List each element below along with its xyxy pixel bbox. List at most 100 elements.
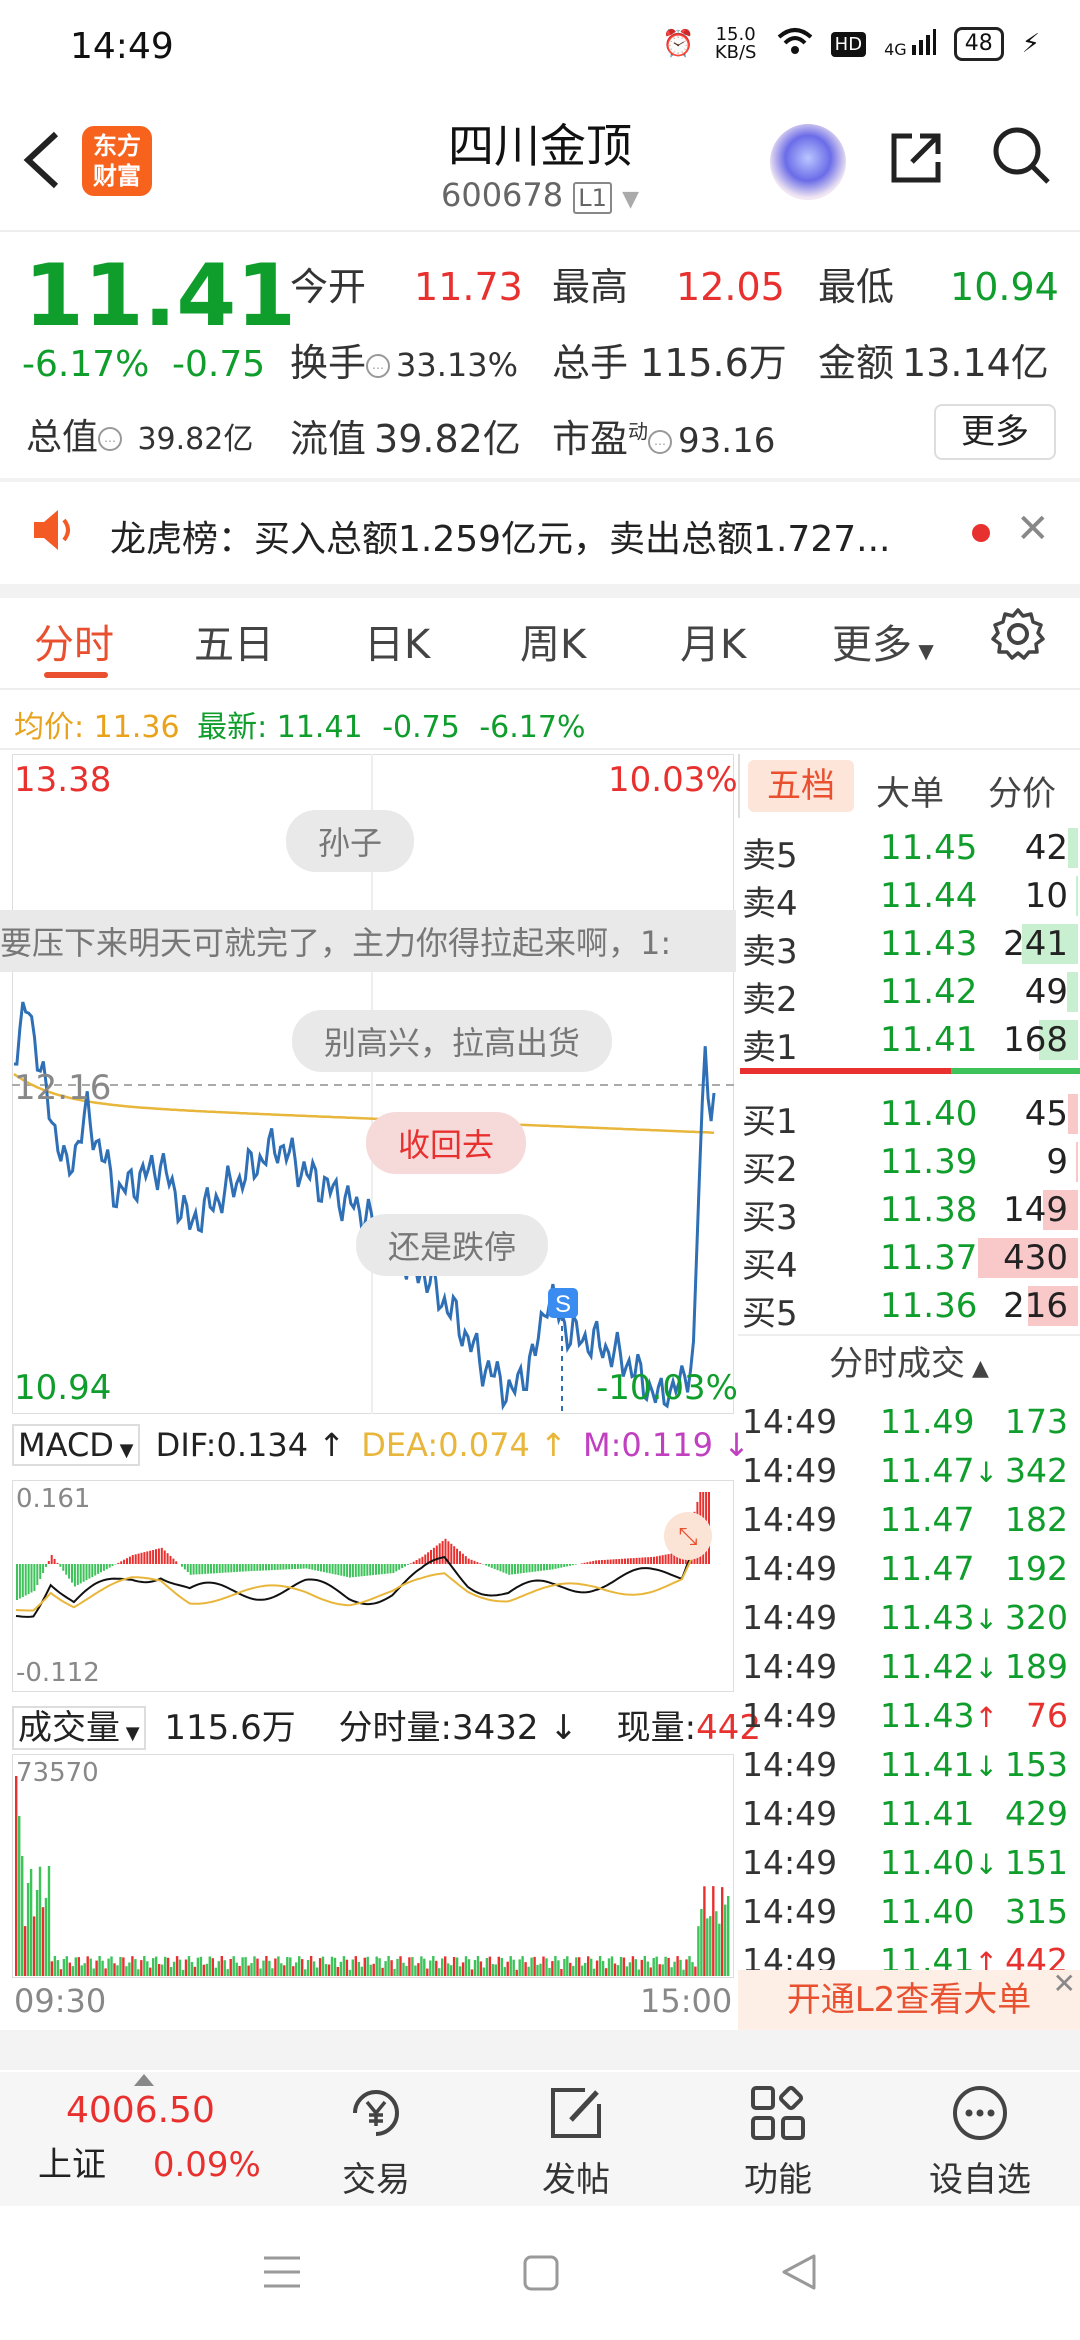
danmu-comment[interactable]: 要压下来明天可就完了，主力你得拉起来啊，1: — [0, 910, 736, 972]
volume-bar — [295, 1962, 298, 1976]
index-name: 上证 — [38, 2145, 106, 2185]
volume-bar — [15, 1776, 18, 1976]
macd-bar — [50, 1555, 53, 1564]
home-icon[interactable] — [522, 2254, 560, 2296]
macd-bar — [24, 1564, 27, 1596]
tab-five-day[interactable]: 五日 — [194, 612, 274, 670]
bid-row[interactable]: 买3 11.38 149 — [738, 1186, 1078, 1238]
volume-selector[interactable]: 成交量 ▼ — [12, 1706, 146, 1750]
volume-bar — [613, 1963, 617, 1976]
ask-label: 卖2 — [742, 980, 798, 1020]
l2-promo[interactable]: 开通L2查看大单 ✕ — [738, 1967, 1080, 2030]
tab-five-level[interactable]: 五档 — [748, 760, 854, 812]
macd-bar — [569, 1564, 571, 1566]
intraday-chart[interactable]: S 13.38 10.03% 12.16 10.94 -10.03% 孙子 要压… — [0, 754, 761, 2024]
pe-ratio[interactable]: 市盈动… 93.16 — [552, 408, 775, 463]
volume-bar — [250, 1963, 253, 1976]
tab-intraday[interactable]: 分时 — [34, 612, 114, 670]
volume-bar — [298, 1956, 301, 1976]
danmu-comment[interactable]: 别高兴，拉高出货 — [292, 1010, 613, 1072]
danmu-comment[interactable]: 孙子 — [286, 810, 415, 872]
volume-bar — [435, 1960, 438, 1976]
search-icon[interactable] — [990, 124, 1052, 201]
menu-icon[interactable] — [262, 2252, 302, 2296]
macd-bar — [233, 1564, 236, 1573]
nav-functions[interactable]: 功能 — [708, 2082, 848, 2201]
volume-bar — [718, 1923, 721, 1976]
tab-more[interactable]: 更多 ▼ — [832, 612, 934, 670]
turnover-rate[interactable]: 换手… 33.13% — [290, 332, 518, 387]
volume-bar — [116, 1965, 119, 1976]
macd-bar — [134, 1554, 137, 1564]
danmu-comment[interactable]: 收回去 — [366, 1112, 527, 1174]
macd-bar — [47, 1561, 50, 1564]
back-icon[interactable] — [780, 2252, 818, 2296]
ask-row[interactable]: 卖1 11.41 168 — [738, 1016, 1078, 1068]
close-icon[interactable]: ✕ — [1016, 506, 1050, 552]
volume-bar — [41, 1907, 45, 1976]
dragon-tiger-banner[interactable]: 龙虎榜：买入总额1.259亿元，卖出总额1.727... ✕ — [0, 480, 1080, 584]
close-icon[interactable]: ✕ — [1053, 1954, 1076, 2014]
danmu-comment[interactable]: 还是跌停 — [356, 1214, 549, 1276]
volume-bar — [193, 1966, 197, 1976]
total-mcap[interactable]: 总值… 39.82亿 — [26, 408, 253, 460]
macd-bar — [224, 1564, 227, 1573]
tab-weekly-k[interactable]: 周K — [520, 612, 586, 670]
macd-bar — [363, 1564, 366, 1576]
macd-bar — [56, 1562, 59, 1564]
macd-bar — [76, 1564, 79, 1585]
tab-big-order[interactable]: 大单 — [876, 766, 944, 815]
macd-bar — [198, 1564, 201, 1575]
nav-post[interactable]: 发帖 — [506, 2082, 646, 2201]
volume-bar — [646, 1961, 649, 1976]
bid-volume: 149 — [1003, 1190, 1068, 1230]
tab-daily-k[interactable]: 日K — [364, 612, 430, 670]
macd-bar — [537, 1564, 540, 1572]
volume-bar — [634, 1959, 637, 1976]
macd-header: MACD ▼ DIF:0.134 ↑ DEA:0.074 ↑ M:0.119 ↓ — [12, 1424, 750, 1474]
volume-bar — [244, 1957, 247, 1976]
tab-monthly-k[interactable]: 月K — [680, 612, 746, 670]
index-pct: 0.09% — [152, 2145, 261, 2185]
volume-bar — [131, 1956, 134, 1976]
trade-price: 11.49 — [880, 1402, 975, 1441]
macd-bar — [618, 1559, 621, 1564]
volume-bar — [405, 1966, 408, 1976]
macd-bar — [545, 1564, 548, 1571]
volume-bar — [643, 1956, 646, 1976]
macd-bar — [459, 1551, 461, 1564]
macd-selector[interactable]: MACD ▼ — [12, 1424, 140, 1466]
ask-price: 11.44 — [880, 876, 978, 916]
assistant-robot-icon[interactable] — [770, 124, 846, 200]
bid-volume-bar — [1068, 1094, 1078, 1134]
nav-add-watchlist[interactable]: 设自选 — [910, 2082, 1050, 2201]
more-quote-button[interactable]: 更多 — [934, 404, 1056, 460]
ask-row[interactable]: 卖4 11.44 10 — [738, 872, 1078, 924]
bid-row[interactable]: 买4 11.37 430 — [738, 1234, 1078, 1286]
nav-trade[interactable]: 交易 — [306, 2082, 446, 2201]
bid-row[interactable]: 买2 11.39 9 — [738, 1138, 1078, 1190]
bid-row[interactable]: 买1 11.40 45 — [738, 1090, 1078, 1142]
bid-row[interactable]: 买5 11.36 216 — [738, 1282, 1078, 1334]
macd-bar — [383, 1564, 386, 1574]
speaker-icon — [30, 508, 78, 556]
macd-bar — [285, 1564, 288, 1570]
share-icon[interactable] — [886, 128, 946, 202]
macd-bar — [192, 1564, 195, 1575]
volume-bar — [38, 1866, 42, 1976]
tab-price-dist[interactable]: 分价 — [988, 766, 1056, 815]
macd-bar — [519, 1564, 522, 1574]
ask-row[interactable]: 卖2 11.42 49 — [738, 968, 1078, 1020]
ask-row[interactable]: 卖3 11.43 241 — [738, 920, 1078, 972]
trade-time: 14:49 — [742, 1402, 838, 1441]
ask-row[interactable]: 卖5 11.45 42 — [738, 824, 1078, 876]
trade-time: 14:49 — [742, 1451, 838, 1490]
macd-bar — [485, 1564, 488, 1566]
volume-bar — [461, 1962, 465, 1976]
macd-bar — [169, 1555, 172, 1564]
settings-gear-icon[interactable] — [990, 606, 1046, 666]
macd-bar — [325, 1564, 328, 1573]
index-widget[interactable]: 4006.50 上证 0.09% — [26, 2074, 261, 2186]
trades-title[interactable]: 分时成交 ▲ — [738, 1334, 1080, 1394]
volume-bar — [128, 1962, 131, 1976]
